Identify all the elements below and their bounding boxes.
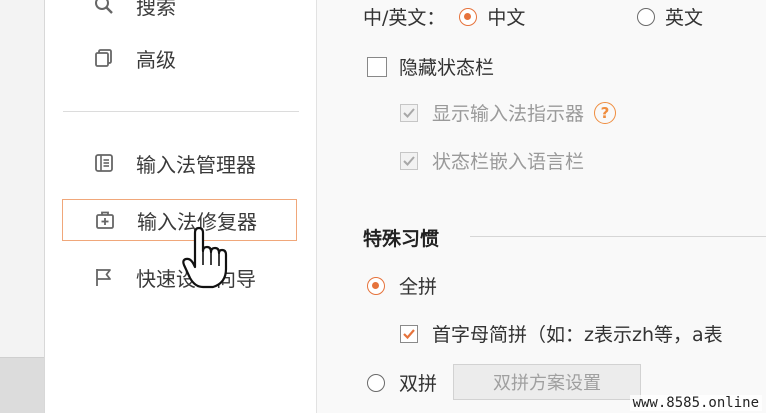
- repair-icon: [96, 211, 114, 229]
- double-pinyin-label: 双拼: [399, 373, 438, 395]
- settings-sidebar: 搜索 高级 输入法管理器 输入法修复器 快速: [44, 0, 317, 413]
- sidebar-item-label: 搜索: [136, 0, 176, 19]
- sidebar-item-ime-repair[interactable]: 输入法修复器: [62, 199, 297, 241]
- english-option: 英文: [637, 3, 703, 30]
- sidebar-item-advanced[interactable]: 高级: [62, 37, 297, 79]
- checkmark-icon: [403, 328, 415, 339]
- checkmark-icon: [403, 155, 415, 166]
- advanced-icon: [95, 49, 112, 67]
- radio-full-pinyin[interactable]: [367, 276, 385, 295]
- sidebar-item-label: 输入法管理器: [136, 152, 256, 177]
- radio-chinese-label: 中文: [487, 7, 526, 29]
- hide-statusbar-row: 隐藏状态栏: [367, 53, 494, 80]
- sidebar-item-ime-manager[interactable]: 输入法管理器: [62, 142, 297, 184]
- radio-english-label: 英文: [665, 7, 704, 29]
- full-pinyin-row: 全拼: [367, 272, 437, 299]
- full-pinyin-label: 全拼: [399, 276, 438, 298]
- help-icon[interactable]: ?: [594, 101, 617, 124]
- radio-chinese[interactable]: [459, 7, 478, 26]
- show-indicator-row: 显示输入法指示器 ?: [400, 99, 617, 126]
- initials-checkbox[interactable]: [400, 324, 418, 343]
- radio-english[interactable]: [637, 7, 655, 26]
- left-background-strip: [0, 0, 44, 413]
- initials-row: 首字母简拼（如：z表示zh等，a表: [400, 320, 723, 347]
- hide-statusbar-label: 隐藏状态栏: [399, 57, 495, 79]
- lang-label: 中/英文：: [363, 7, 446, 29]
- show-indicator-checkbox[interactable]: [400, 103, 418, 122]
- radio-double-pinyin[interactable]: [367, 373, 385, 392]
- show-indicator-label: 显示输入法指示器: [432, 103, 585, 125]
- sidebar-item-label: 高级: [136, 47, 176, 72]
- manager-icon: [95, 154, 113, 172]
- section-divider: [470, 236, 766, 237]
- initials-label: 首字母简拼（如：z表示zh等，a表: [432, 324, 723, 346]
- hide-statusbar-checkbox[interactable]: [367, 56, 387, 77]
- settings-main-panel: 中/英文： 中文 英文 隐藏状态栏 显示输入法指示器 ? 状态栏嵌入语言栏 特殊…: [316, 0, 766, 413]
- flag-icon: [96, 269, 111, 286]
- double-pinyin-row: 双拼: [367, 369, 437, 396]
- embed-langbar-label: 状态栏嵌入语言栏: [432, 151, 585, 173]
- hand-cursor-icon: [182, 226, 228, 289]
- double-pinyin-scheme-button[interactable]: 双拼方案设置: [453, 364, 641, 400]
- lang-row: 中/英文： 中文: [363, 3, 525, 30]
- embed-langbar-row: 状态栏嵌入语言栏: [400, 147, 584, 174]
- sidebar-divider: [63, 111, 299, 112]
- sidebar-item-quick-setup[interactable]: 快速设置向导: [62, 256, 297, 298]
- watermark: www.8585.online: [629, 395, 762, 411]
- checkmark-icon: [403, 107, 415, 118]
- section-title-special-habits: 特殊习惯: [363, 228, 440, 250]
- left-bottom-panel: [0, 357, 44, 413]
- sidebar-item-search[interactable]: 搜索: [62, 0, 297, 26]
- embed-langbar-checkbox[interactable]: [400, 151, 418, 170]
- search-icon: [95, 0, 113, 14]
